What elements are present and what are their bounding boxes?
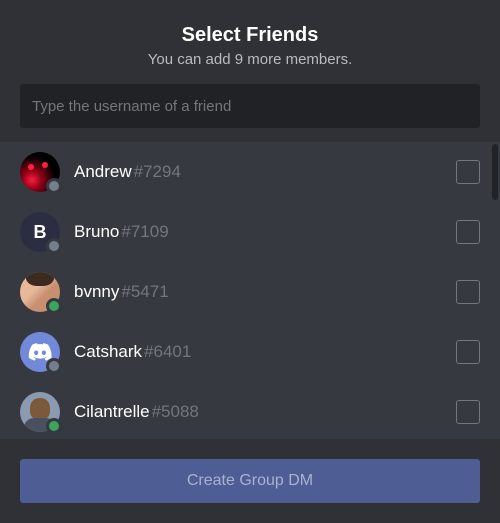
- friend-label: Bruno #7109: [74, 222, 456, 242]
- friend-label: Cilantrelle #5088: [74, 402, 456, 422]
- select-checkbox[interactable]: [456, 400, 480, 424]
- search-container: [0, 84, 500, 128]
- friend-row[interactable]: bvnny #5471: [0, 262, 500, 322]
- friend-username: Catshark: [74, 342, 142, 362]
- discord-logo-icon: [28, 343, 52, 361]
- page-title: Select Friends: [0, 24, 500, 47]
- header: Select Friends You can add 9 more member…: [0, 0, 500, 84]
- friend-discriminator: #5088: [152, 402, 199, 422]
- friend-row[interactable]: Catshark #6401: [0, 322, 500, 382]
- friend-username: Bruno: [74, 222, 119, 242]
- avatar: B: [20, 212, 60, 252]
- avatar: [20, 392, 60, 432]
- status-offline-icon: [46, 178, 62, 194]
- status-online-icon: [46, 298, 62, 314]
- friend-username: Cilantrelle: [74, 402, 150, 422]
- friend-row[interactable]: Cilantrelle #5088: [0, 382, 500, 442]
- avatar: [20, 152, 60, 192]
- footer: Create Group DM: [0, 439, 500, 523]
- avatar: [20, 332, 60, 372]
- friend-label: Catshark #6401: [74, 342, 456, 362]
- friend-label: bvnny #5471: [74, 282, 456, 302]
- create-group-dm-button[interactable]: Create Group DM: [20, 459, 480, 503]
- friend-discriminator: #6401: [144, 342, 191, 362]
- friend-row[interactable]: B Bruno #7109: [0, 202, 500, 262]
- status-online-icon: [46, 418, 62, 434]
- friend-row[interactable]: Andrew #7294: [0, 142, 500, 202]
- select-checkbox[interactable]: [456, 340, 480, 364]
- avatar: [20, 272, 60, 312]
- friend-username: Andrew: [74, 162, 132, 182]
- friend-username: bvnny: [74, 282, 119, 302]
- status-offline-icon: [46, 238, 62, 254]
- select-checkbox[interactable]: [456, 280, 480, 304]
- scrollbar[interactable]: [492, 144, 498, 200]
- friend-label: Andrew #7294: [74, 162, 456, 182]
- friend-discriminator: #5471: [121, 282, 168, 302]
- search-input[interactable]: [20, 84, 480, 128]
- page-subtitle: You can add 9 more members.: [0, 51, 500, 68]
- friend-discriminator: #7294: [134, 162, 181, 182]
- select-checkbox[interactable]: [456, 160, 480, 184]
- select-checkbox[interactable]: [456, 220, 480, 244]
- friend-discriminator: #7109: [121, 222, 168, 242]
- status-offline-icon: [46, 358, 62, 374]
- friend-list: Andrew #7294 B Bruno #7109 bvnny #5471: [0, 142, 500, 442]
